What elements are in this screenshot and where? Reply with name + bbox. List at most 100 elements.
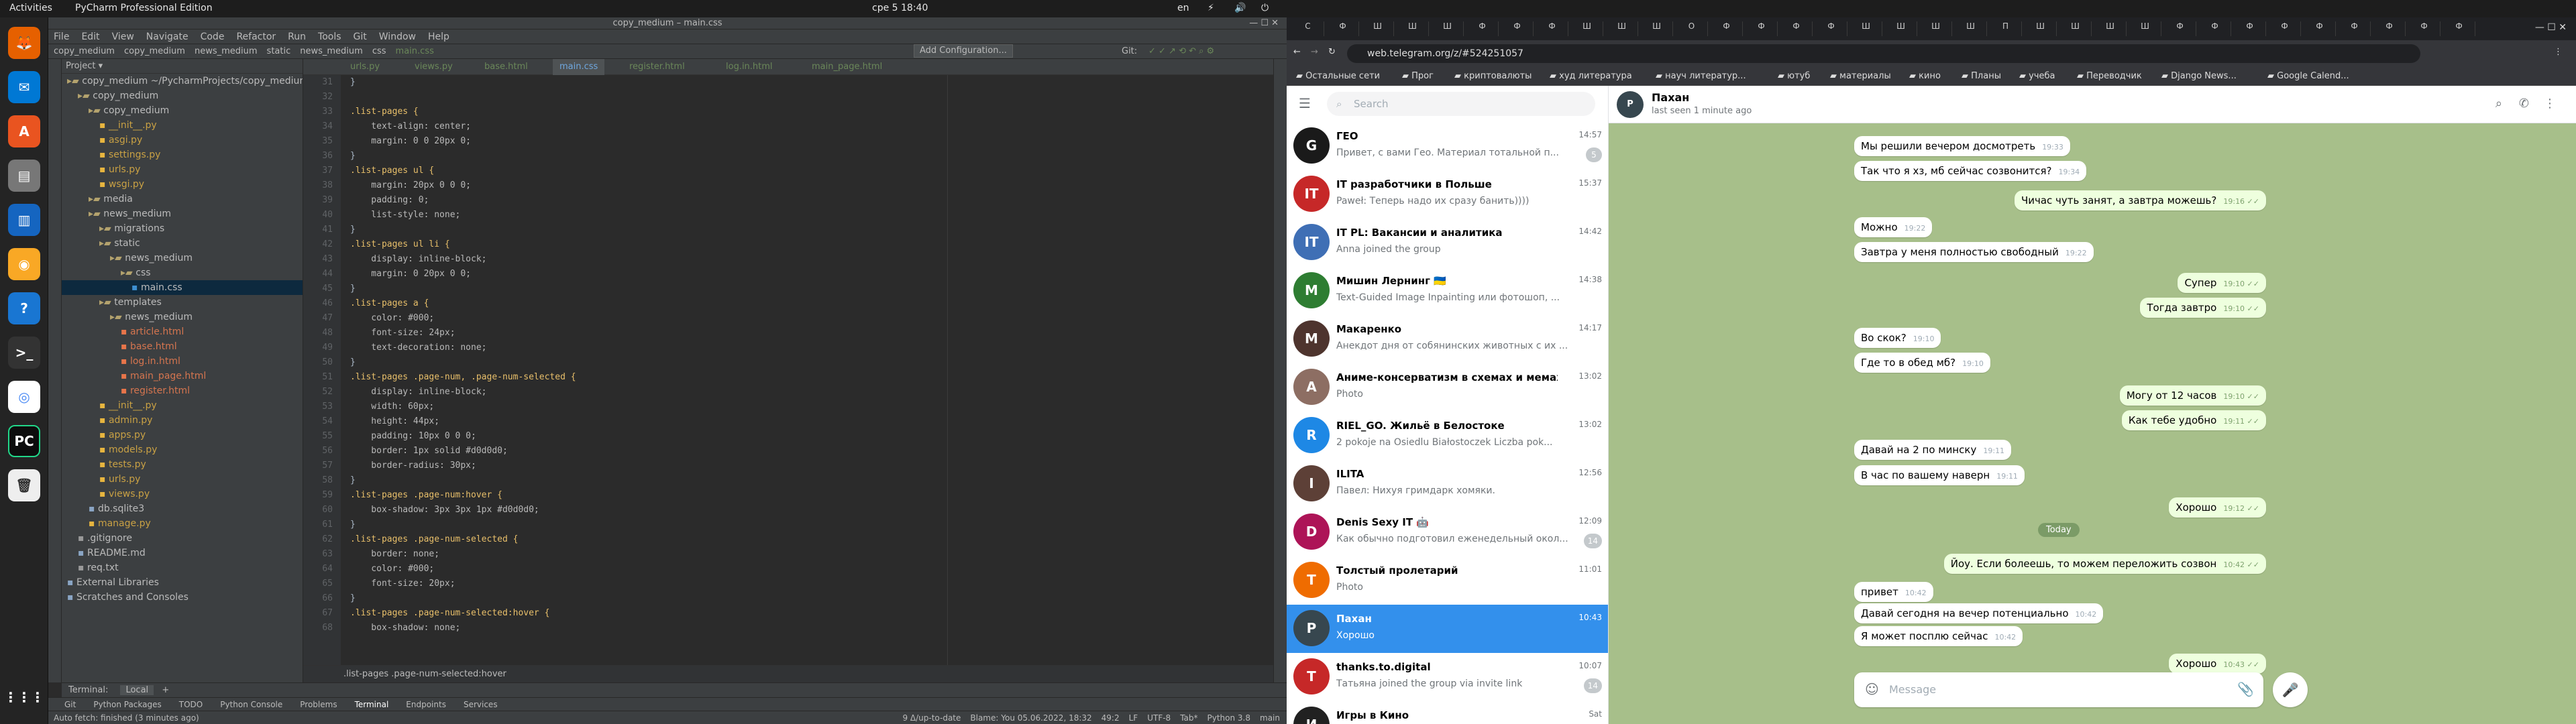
help-icon[interactable]: ? (8, 292, 40, 324)
emoji-icon[interactable]: ☺ (1865, 681, 1879, 697)
message-bubble[interactable]: Хорошо 19:12 ✓✓ (2169, 497, 2266, 518)
tree-item[interactable]: ▸▰ copy_medium (62, 103, 303, 118)
window-controls[interactable]: — ☐ ✕ (1249, 17, 1279, 29)
search-icon[interactable]: ⌕ (2496, 97, 2502, 111)
message-bubble[interactable]: Могу от 12 часов 19:10 ✓✓ (2119, 385, 2266, 406)
clock[interactable]: сре 5 18:40 (872, 3, 928, 13)
chat-list-item[interactable]: M Мишин Лернинг 🇺🇦 Text-Guided Image Inpai… (1287, 267, 1608, 315)
phone-icon[interactable]: ✆ (2519, 97, 2529, 111)
browser-tab[interactable]: Ш (2025, 21, 2057, 36)
chat-list-item[interactable]: R RIEL_GO. Жильё в Белостоке 2 pokoje na O… (1287, 412, 1608, 460)
tree-item[interactable]: ▪ asgi.py (62, 133, 303, 147)
tool-tab-endpoints[interactable]: Endpoints (406, 700, 446, 709)
chrome-icon[interactable]: ◎ (8, 381, 40, 413)
browser-tab[interactable]: Ш (2059, 21, 2092, 36)
message-bubble[interactable]: Где то в обед мб? 19:10 (1854, 353, 1990, 373)
more-icon[interactable]: ⋮ (2544, 97, 2556, 111)
show-apps-icon[interactable]: ⋮⋮⋮ (4, 681, 44, 713)
bookmark-item[interactable]: ▰ Прог (1402, 70, 1434, 83)
tree-item[interactable]: ▪ manage.py (62, 516, 303, 531)
status-message[interactable]: Auto fetch: finished (3 minutes ago) (54, 713, 199, 723)
status-item[interactable]: main (1260, 713, 1280, 723)
tree-item[interactable]: ▸▰ css (62, 265, 303, 280)
tree-item[interactable]: ▪ .gitignore (62, 531, 303, 546)
trash-icon[interactable]: 🗑 (8, 469, 40, 501)
message-bubble[interactable]: Как тебе удобно 19:11 ✓✓ (2121, 410, 2266, 430)
message-bubble[interactable]: Я может посплю сейчас 10:42 (1854, 625, 2023, 646)
browser-tab[interactable]: Ф (2234, 21, 2266, 36)
browser-tab[interactable]: П (1990, 21, 2022, 36)
browser-tab[interactable]: Ф (1466, 21, 1499, 36)
terminal-tab[interactable]: Local (120, 685, 154, 695)
editor-tab[interactable]: register.html (623, 59, 692, 75)
code-line[interactable]: text-decoration: none; (350, 341, 486, 355)
tree-item[interactable]: ▪ main.css (62, 280, 303, 295)
firefox-icon[interactable]: 🦊 (8, 27, 40, 59)
breadcrumb-item[interactable]: main.css (396, 46, 434, 56)
message-bubble[interactable]: Во скок? 19:10 (1854, 328, 1941, 349)
code-line[interactable]: } (350, 518, 356, 532)
browser-tab[interactable]: Ш (1571, 21, 1603, 36)
project-label[interactable]: Project (66, 61, 95, 71)
code-line[interactable]: } (350, 223, 356, 237)
code-line[interactable]: padding: 0; (350, 193, 429, 208)
code-line[interactable]: font-size: 24px; (350, 326, 455, 341)
browser-tab[interactable]: Ш (2129, 21, 2161, 36)
message-bubble[interactable]: Давай сегодня на вечер потенциально 10:42 (1854, 603, 2104, 624)
menu-file[interactable]: File (54, 29, 69, 44)
tree-item[interactable]: ▸▰ news_medium (62, 310, 303, 324)
tree-item[interactable]: ▪ wsgi.py (62, 177, 303, 192)
tree-item[interactable]: ▸▰ media (62, 192, 303, 206)
language-indicator[interactable]: en (1177, 3, 1189, 13)
tree-item[interactable]: ▪ apps.py (62, 428, 303, 442)
menu-tools[interactable]: Tools (318, 29, 341, 44)
tool-tab-problems[interactable]: Problems (300, 700, 337, 709)
browser-tab[interactable]: О (1676, 21, 1708, 36)
message-bubble[interactable]: привет 10:42 (1854, 582, 1933, 603)
app-menu[interactable]: PyCharm Professional Edition (75, 3, 213, 13)
tool-tab-terminal[interactable]: Terminal (355, 700, 389, 709)
browser-tab[interactable]: Ф (1536, 21, 1568, 36)
editor-tab[interactable]: log.in.html (719, 59, 780, 75)
menu-run[interactable]: Run (288, 29, 306, 44)
software-icon[interactable]: A (8, 115, 40, 147)
menu-view[interactable]: View (112, 29, 134, 44)
bookmark-item[interactable]: ▰ ютуб (1778, 70, 1810, 83)
back-icon[interactable]: ← (1293, 47, 1301, 57)
code-line[interactable]: display: inline-block; (350, 385, 486, 400)
code-line[interactable]: .list-pages .page-num-selected:hover { (350, 606, 549, 621)
tree-item[interactable]: ▪ req.txt (62, 560, 303, 575)
tool-tab-git[interactable]: Git (64, 700, 76, 709)
code-line[interactable]: font-size: 20px; (350, 577, 455, 591)
tool-tab-services[interactable]: Services (464, 700, 498, 709)
editor-tab[interactable]: main_page.html (805, 59, 889, 75)
tree-item[interactable]: ▪ base.html (62, 339, 303, 354)
network-icon[interactable]: ⚡ (1208, 3, 1214, 13)
browser-tab[interactable]: Ш (1641, 21, 1673, 36)
status-item[interactable]: UTF-8 (1147, 713, 1171, 723)
chat-list-item[interactable]: IT IT PL: Вакансии и аналитика Anna joined… (1287, 219, 1608, 267)
code-line[interactable]: .list-pages { (350, 105, 419, 119)
add-terminal-icon[interactable]: + (162, 685, 169, 695)
volume-icon[interactable]: 🔊 (1234, 3, 1246, 13)
menu-help[interactable]: Help (428, 29, 449, 44)
breadcrumb-item[interactable]: news_medium (195, 46, 258, 56)
code-line[interactable]: .list-pages .page-num-selected { (350, 532, 518, 547)
rhythmbox-icon[interactable]: ◉ (8, 248, 40, 280)
browser-tab[interactable]: Ф (2164, 21, 2196, 36)
code-line[interactable]: } (350, 591, 356, 606)
chat-list-item[interactable]: M Макаренко Анекдот дня от собянинских жив… (1287, 315, 1608, 363)
bookmark-item[interactable]: ▰ Остальные сети (1296, 70, 1380, 83)
code-line[interactable]: border: none; (350, 547, 439, 562)
status-item[interactable]: 49:2 (1102, 713, 1120, 723)
files-icon[interactable]: ▤ (8, 160, 40, 192)
tree-item[interactable]: ▸▰ templates (62, 295, 303, 310)
code-line[interactable]: padding: 10px 0 0 0; (350, 429, 476, 444)
browser-tab[interactable]: Ш (1362, 21, 1394, 36)
chat-list-item[interactable]: Tthanks.to.digital Татьяна joined the gro… (1287, 653, 1608, 701)
code-line[interactable]: .list-pages a { (350, 296, 429, 311)
bookmark-item[interactable]: ▰ криптовалюты (1454, 70, 1532, 83)
tree-item[interactable]: ▪ urls.py (62, 162, 303, 177)
chat-list-item[interactable]: A Аниме-консерватизм в схемах и мемах Phot… (1287, 363, 1608, 412)
tree-item[interactable]: ▸▰ news_medium (62, 251, 303, 265)
